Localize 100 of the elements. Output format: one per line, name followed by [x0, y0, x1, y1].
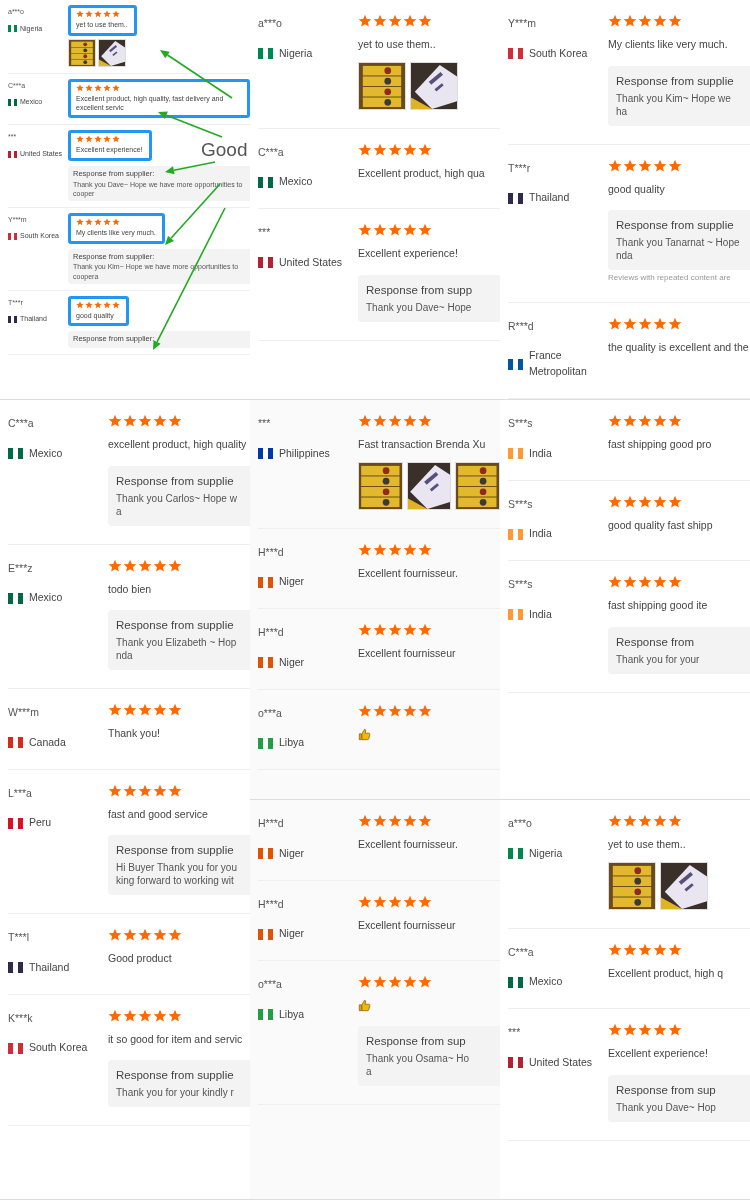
review-text: Excellent fournisseur. [358, 566, 459, 581]
flag-icon [8, 25, 17, 33]
star-icon [623, 414, 637, 428]
star-icon [668, 494, 682, 509]
star-icon [638, 14, 652, 28]
country-name: Thailand [29, 960, 70, 975]
country-name: Peru [29, 815, 52, 831]
reviewer-name: E***z [8, 560, 34, 576]
thumbs-up-icon [358, 999, 371, 1012]
review-text: Fast transaction Brenda Xu [358, 438, 487, 452]
star-icon [623, 494, 637, 509]
country-name: Nigeria [529, 845, 563, 861]
country-name: United States [279, 254, 343, 270]
response-title: Response from sup [616, 1082, 717, 1098]
star-icon [608, 1023, 622, 1038]
star-icon [403, 814, 417, 828]
country-name: Mexico [279, 174, 313, 190]
star-icon [653, 414, 667, 428]
star-icon [153, 703, 167, 718]
star-icon [653, 158, 667, 173]
reviewer-name: o***a [258, 977, 283, 992]
country-name: Nigeria [279, 45, 313, 61]
flag-icon [508, 48, 523, 60]
response-title: Response from supplie [616, 73, 735, 89]
review-text: excellent product, high quality [108, 438, 248, 452]
star-icon [668, 414, 682, 428]
star-icon [403, 223, 417, 238]
reviewer-name: K***k [8, 1010, 34, 1026]
review-text: good quality fast shipp [608, 518, 714, 533]
star-icon [653, 14, 667, 28]
star-icon [623, 1023, 637, 1038]
star-icon [668, 14, 682, 28]
star-icon [358, 223, 372, 238]
star-icon [653, 1023, 667, 1038]
star-icon [668, 814, 682, 828]
review-text: Excellent experience! [358, 247, 459, 261]
star-icon [123, 558, 137, 573]
review-text: fast and good service [108, 807, 209, 822]
review-text: yet to use them.. [608, 838, 687, 852]
flag-icon [508, 609, 523, 621]
star-icon [653, 575, 667, 589]
star-icon [373, 814, 387, 828]
response-text: Thank you Carlos~ Hope w a [116, 491, 238, 518]
review-text: Excellent product, high q [608, 966, 724, 981]
review-note: Reviews with repeated content are [608, 273, 732, 284]
reviewer-name: T***r [508, 160, 532, 176]
flag-icon [8, 448, 23, 460]
star-icon [358, 542, 372, 557]
star-icon [168, 558, 182, 573]
response-text: Thank you Elizabeth ~ Hop nda [116, 636, 238, 663]
star-icon [403, 623, 417, 638]
star-icon [403, 414, 417, 428]
star-icon [153, 928, 167, 943]
flag-icon [258, 848, 273, 860]
star-icon [388, 894, 402, 909]
response-title: Response from supplie [116, 843, 235, 859]
reviewer-name: Y***m [508, 16, 537, 31]
review-text: the quality is excellent and the [608, 340, 750, 355]
star-icon [418, 142, 432, 157]
star-icon [138, 558, 152, 573]
review-text: it so good for item and servic [108, 1032, 244, 1047]
country-name: Mexico [29, 445, 63, 461]
flag-icon [508, 358, 523, 370]
reviewer-name: W***m [8, 705, 40, 721]
flag-icon [8, 233, 17, 241]
reviewer-name: S***s [508, 416, 534, 431]
star-icon [653, 942, 667, 957]
star-icon [123, 703, 137, 718]
star-icon [638, 494, 652, 509]
star-icon [668, 1023, 682, 1038]
star-icon [608, 316, 622, 331]
star-icon [123, 414, 137, 428]
country-name: Thailand [529, 190, 570, 206]
flag-icon [8, 315, 17, 323]
flag-icon [258, 657, 273, 669]
flag-icon [508, 448, 523, 460]
reviewer-name: a***o [508, 816, 533, 831]
flag-icon [8, 592, 23, 604]
star-icon [123, 783, 137, 798]
star-icon [388, 975, 402, 989]
country-name: Mexico [529, 974, 563, 990]
review-text: Thank you! [108, 727, 161, 741]
flag-icon [258, 928, 273, 940]
star-icon [388, 142, 402, 157]
response-title: Response from sup [366, 1034, 467, 1049]
star-icon [153, 1008, 167, 1023]
thumbs-up-icon [358, 727, 371, 741]
star-icon [108, 703, 122, 718]
star-icon [623, 575, 637, 589]
review-text: Good product [108, 952, 173, 966]
star-icon [123, 1008, 137, 1023]
review-text: fast shipping good pro [608, 438, 713, 452]
flag-icon [258, 1009, 273, 1021]
review-text: Excellent experience! [608, 1047, 709, 1061]
star-icon [123, 928, 137, 943]
country-name: India [529, 606, 552, 622]
star-icon [403, 975, 417, 989]
reviewer-name: H***d [258, 544, 285, 560]
star-icon [168, 703, 182, 718]
reviewer-name: C***a [258, 144, 285, 160]
